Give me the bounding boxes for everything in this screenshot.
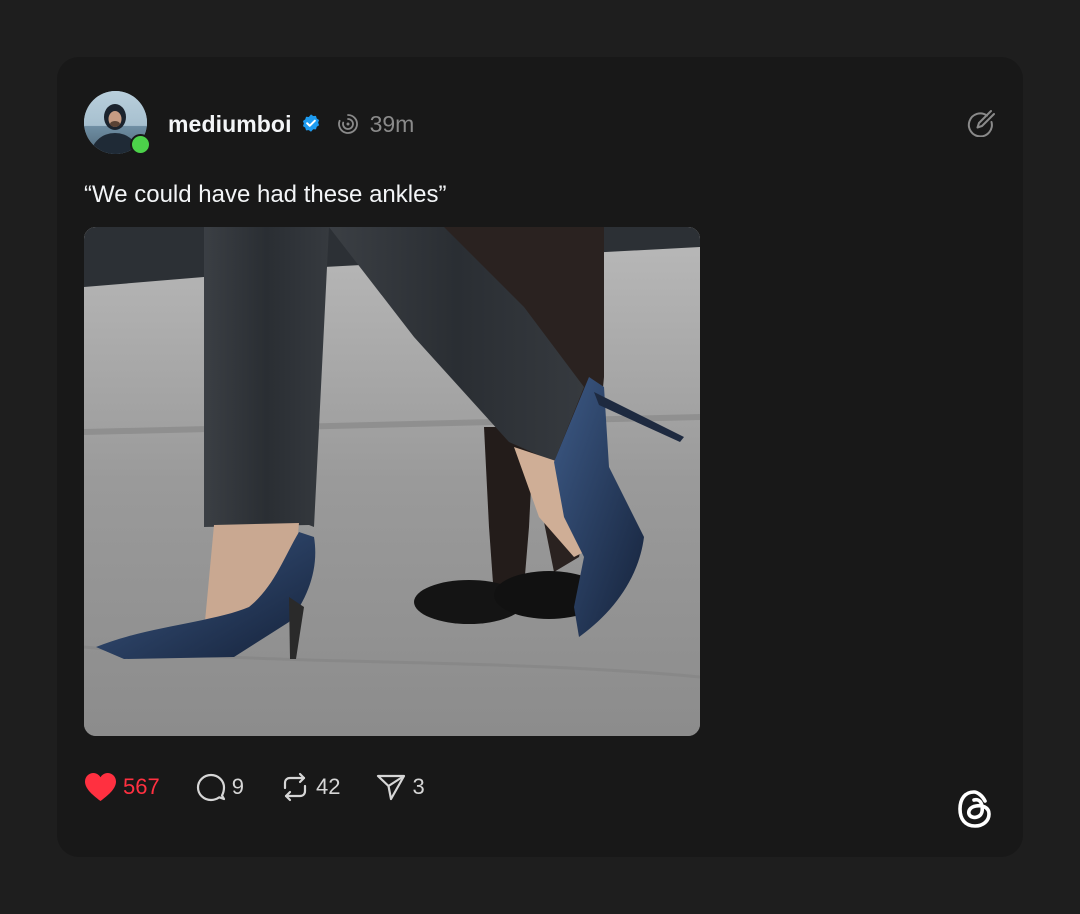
online-status-indicator — [130, 134, 151, 155]
reply-count: 9 — [231, 774, 244, 799]
post-timestamp: 39m — [369, 110, 415, 137]
post-text: “We could have had these ankles” — [84, 181, 447, 208]
username[interactable]: mediumboi — [168, 111, 292, 138]
like-count: 567 — [123, 774, 160, 799]
share-count: 3 — [412, 774, 425, 799]
share-send-icon — [377, 774, 406, 801]
threads-logo-icon — [955, 787, 995, 831]
post-card: mediumboi 39m “We could have had these a… — [57, 57, 1023, 857]
repost-button[interactable]: 42 — [280, 772, 340, 802]
reply-button[interactable]: 9 — [196, 772, 244, 802]
repost-count: 42 — [315, 774, 341, 799]
post-header: mediumboi 39m — [168, 107, 414, 141]
edit-compose-icon[interactable] — [965, 107, 995, 138]
threads-ring-icon — [336, 112, 360, 136]
heart-icon — [85, 773, 116, 801]
repost-icon — [283, 772, 307, 802]
verified-badge-icon — [300, 113, 322, 135]
like-button[interactable]: 567 — [84, 772, 160, 802]
reply-bubble-icon — [196, 773, 225, 802]
share-button[interactable]: 3 — [376, 772, 425, 802]
post-image[interactable] — [84, 227, 700, 736]
action-bar: 567 9 42 3 — [84, 770, 461, 804]
